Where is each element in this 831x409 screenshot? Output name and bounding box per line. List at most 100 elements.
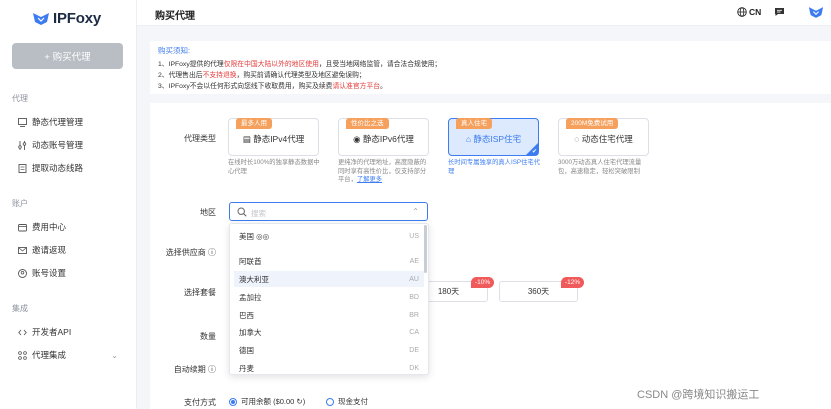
payment-option-cash[interactable]: 现金支付 [326, 396, 368, 407]
learn-more-link[interactable]: 了解更多 [357, 176, 382, 183]
region-option-ca[interactable]: 加拿大 CA [234, 324, 424, 340]
proxy-type-card-isp[interactable]: 真人住宅 ⌂ 静态ISP住宅 ✔ [448, 118, 539, 156]
language-label: CN [749, 7, 762, 17]
buy-proxy-button[interactable]: + 购买代理 [12, 43, 123, 69]
card-name: ▤ 静态IPv4代理 [242, 134, 305, 144]
region-option-dk[interactable]: 丹麦 DK [234, 360, 424, 374]
notice-text: 2、代理售出后 [158, 72, 203, 79]
card-name: ◉ 静态IPv6代理 [353, 134, 414, 144]
top-header: 购买代理 CN [137, 0, 831, 26]
card-description: 长时间专属独享的真人ISP住宅代理 [448, 159, 541, 175]
region-option-br[interactable]: 巴西 BR [234, 307, 424, 323]
region-name: 孟加拉 [239, 292, 262, 302]
watermark: CSDN @跨境知识搬运工 [637, 389, 760, 401]
sidebar-item-label: 静态代理管理 [32, 117, 84, 127]
region-name: 丹麦 [239, 363, 254, 373]
proxy-type-card-ipv4[interactable]: 最多人用 ▤ 静态IPv4代理 [228, 118, 319, 156]
discount-badge: -10% [471, 277, 495, 288]
card-tag: 最多人用 [236, 118, 272, 129]
payment-option-balance[interactable]: 可用余额 ($0.00 ↻) [229, 396, 305, 407]
sidebar-item-label: 邀请返现 [32, 245, 67, 255]
notice-warning: 仅限在中国大陆以外的地区使用 [223, 61, 319, 68]
region-search-placeholder: 搜索 [251, 209, 266, 218]
nav-group-proxy: 代理 [12, 94, 28, 103]
region-code: BR [409, 311, 419, 319]
sidebar-item-label: 提取动态线路 [32, 163, 84, 173]
package-label: 选择套餐 [184, 288, 216, 297]
purchase-notice: 购买须知: 1、IPFoxy提供的代理仅限在中国大陆以外的地区使用，且受当地网络… [150, 41, 831, 94]
region-name: 澳大利亚 [239, 274, 269, 284]
card-tag: 真人住宅 [456, 118, 492, 129]
notice-title: 购买须知: [158, 46, 191, 55]
document-icon [18, 163, 27, 173]
user-icon [18, 268, 27, 278]
notice-warning: 请认准官方平台 [332, 83, 381, 90]
message-button[interactable] [774, 7, 785, 19]
sidebar-item-account-settings[interactable]: 账号设置 [18, 267, 128, 279]
card-description: 3000万动态真人住宅代理流量包，高速稳定，轻松突破限制 [558, 159, 642, 175]
card-tag: 200M免费试用 [566, 118, 619, 129]
radio-button[interactable] [326, 397, 334, 406]
region-option-au[interactable]: 澳大利亚 AU [234, 271, 424, 287]
notice-line-1: 1、IPFoxy提供的代理仅限在中国大陆以外的地区使用，且受当地网络监管，请合法… [158, 58, 441, 68]
fox-logo-icon [808, 7, 824, 18]
region-code: DE [409, 346, 419, 354]
notice-text: 3、IPFoxy不会以任何形式向您线下收取费用，购买及续费 [158, 83, 333, 90]
chevron-down-icon: ⌄ [111, 350, 118, 360]
card-description: 在线时长100%的独享静态数据中心代理 [228, 159, 320, 175]
quantity-label: 数量 [200, 332, 216, 341]
header-avatar[interactable] [808, 6, 824, 21]
sidebar-item-dynamic-account[interactable]: 动态账号管理 [18, 139, 128, 151]
region-code: BD [409, 293, 419, 301]
notice-line-2: 2、代理售出后不支持退换，购买前请确认代理类型及地区避免误购； [158, 69, 366, 79]
proxy-type-label: 代理类型 [184, 134, 216, 143]
mail-icon [18, 246, 27, 255]
sidebar-item-static-proxy[interactable]: 静态代理管理 [18, 116, 128, 128]
region-code: CA [409, 328, 419, 336]
region-select[interactable]: 搜索 ⌃ [229, 202, 428, 221]
logo[interactable]: IPFoxy [32, 10, 101, 27]
region-code: US [409, 232, 419, 240]
sidebar: IPFoxy + 购买代理 代理 静态代理管理 动态账号管理 提取动态线路 账户… [0, 0, 137, 409]
card-tag: 性价比之选 [346, 118, 389, 129]
sidebar-item-proxy-integration[interactable]: 代理集成 ⌄ [18, 349, 128, 361]
sidebar-item-billing[interactable]: 费用中心 [18, 221, 128, 233]
notice-warning: 不支持退换 [202, 72, 237, 79]
card-name: ⌂ 静态ISP住宅 [465, 134, 522, 144]
sidebar-item-label: 开发者API [32, 327, 72, 337]
code-icon [18, 328, 27, 337]
logo-text: IPFoxy [53, 10, 101, 27]
notice-text: 1、IPFoxy提供的代理 [158, 61, 224, 68]
region-option-us[interactable]: 美国 ◎◎ US [234, 228, 424, 244]
proxy-type-card-ipv6[interactable]: 性价比之选 ◉ 静态IPv6代理 [338, 118, 429, 156]
region-name: 加拿大 [239, 327, 262, 337]
proxy-type-card-dynamic[interactable]: 200M免费试用 ◌ 动态住宅代理 [558, 118, 649, 156]
nav-group-integration: 集成 [12, 304, 28, 313]
region-label: 地区 [200, 208, 216, 217]
payment-option-label: 可用余额 ($0.00 ↻) [241, 397, 306, 406]
sidebar-item-label: 账号设置 [32, 268, 67, 278]
sidebar-item-extract-dynamic[interactable]: 提取动态线路 [18, 162, 128, 174]
region-option-de[interactable]: 德国 DE [234, 342, 424, 358]
payment-option-label: 现金支付 [338, 397, 368, 406]
radio-button[interactable] [229, 397, 237, 406]
dropdown-scrollbar[interactable] [424, 225, 427, 273]
search-icon [237, 207, 247, 219]
language-switcher[interactable]: CN [737, 7, 761, 17]
sidebar-item-label: 动态账号管理 [32, 140, 84, 150]
sidebar-item-developer-api[interactable]: 开发者API [18, 326, 128, 338]
package-label-text: 180天 [437, 287, 460, 296]
auto-renew-label: 自动续期 ⓘ [173, 365, 216, 374]
notice-text: ，且受当地网络监管，请合法合规使用； [318, 61, 442, 68]
sidebar-item-referral[interactable]: 邀请返现 [18, 244, 128, 256]
region-option-bd[interactable]: 孟加拉 BD [234, 289, 424, 305]
discount-badge: -12% [561, 277, 585, 288]
integration-icon [18, 350, 27, 360]
region-option-ae[interactable]: 阿联酋 AE [234, 253, 424, 269]
globe-icon [737, 7, 747, 17]
notice-line-3: 3、IPFoxy不会以任何形式向您线下收取费用，购买及续费请认准官方平台。 [158, 80, 387, 90]
payment-label: 支付方式 [184, 398, 216, 407]
region-name: 德国 [239, 345, 254, 355]
card-description: 更纯净的代理地址，高度隐蔽的同时享有高性价比，仅支持部分平台，了解更多 [338, 159, 431, 185]
page-title: 购买代理 [155, 11, 195, 22]
